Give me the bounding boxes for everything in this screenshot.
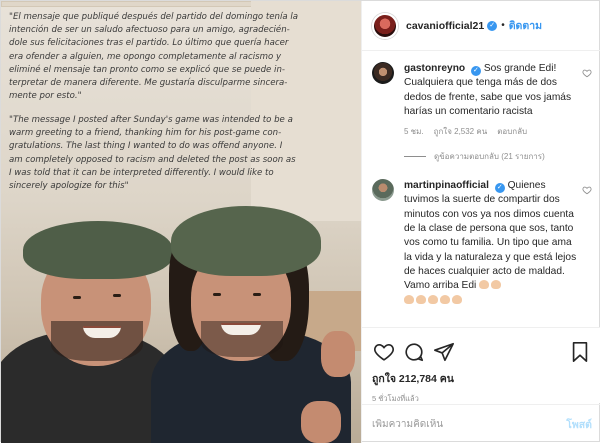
- comment-item: gastonreyno ✓ Sos grande Edi! Cualquiera…: [372, 62, 592, 138]
- comments-list[interactable]: gastonreyno ✓ Sos grande Edi! Cualquiera…: [362, 52, 600, 327]
- comment-icon[interactable]: [402, 340, 426, 364]
- add-comment-bar: โพสต์: [362, 404, 600, 443]
- caption-english: "The message I posted after Sunday's gam…: [9, 115, 296, 192]
- header-separator: •: [501, 20, 505, 31]
- clap-emoji-icon: [452, 294, 462, 304]
- clap-emoji-icon: [428, 294, 438, 304]
- post-side-panel: cavaniofficial21 ✓ • ติดตาม gastonreyno …: [361, 1, 600, 443]
- comment-text: Quienes tuvimos la suerte de compartir d…: [404, 180, 577, 292]
- comment-heart-icon[interactable]: [582, 185, 592, 197]
- comment-likes[interactable]: ถูกใจ 2,532 คน: [434, 125, 488, 138]
- view-replies-link[interactable]: ดูข้อความตอบกลับ (21 รายการ): [404, 150, 592, 163]
- verified-icon: ✓: [494, 183, 505, 194]
- post-comment-button[interactable]: โพสต์: [566, 416, 592, 433]
- caption-spanish: "El mensaje que publiqué después del par…: [9, 12, 299, 102]
- clap-emoji-icon: [416, 294, 426, 304]
- bookmark-icon[interactable]: [568, 340, 592, 364]
- clap-emoji-icon: [440, 294, 450, 304]
- post-header: cavaniofficial21 ✓ • ติดตาม: [362, 1, 600, 51]
- comment-username[interactable]: martinpinaofficial: [404, 180, 489, 191]
- clap-emoji-icon: [404, 294, 414, 304]
- replies-divider: [404, 156, 426, 158]
- clap-emoji-icon: [479, 280, 490, 290]
- heart-icon[interactable]: [372, 340, 396, 364]
- comment-input[interactable]: [372, 418, 567, 430]
- instagram-post-window: "El mensaje que publiqué después del par…: [0, 0, 600, 443]
- comment-avatar[interactable]: [372, 62, 394, 84]
- verified-icon: ✓: [487, 20, 498, 31]
- header-username[interactable]: cavaniofficial21: [406, 20, 484, 32]
- clap-emoji-icon: [491, 280, 502, 290]
- view-replies-label: ดูข้อความตอบกลับ (21 รายการ): [434, 152, 545, 162]
- comment-time[interactable]: 5 ชม.: [404, 125, 424, 138]
- avatar[interactable]: [372, 12, 398, 39]
- verified-icon: ✓: [470, 66, 481, 76]
- comment-item: martinpinaofficial ✓ Quienes tuvimos la …: [372, 179, 592, 308]
- comment-username[interactable]: gastonreyno: [404, 63, 465, 74]
- reply-button[interactable]: ตอบกลับ: [497, 125, 527, 138]
- comment-heart-icon[interactable]: [582, 68, 592, 80]
- share-icon[interactable]: [432, 340, 456, 364]
- comment-avatar[interactable]: [372, 179, 394, 202]
- follow-button[interactable]: ติดตาม: [509, 17, 542, 34]
- likes-count[interactable]: ถูกใจ 212,784 คน: [372, 370, 592, 387]
- post-photo[interactable]: "El mensaje que publiqué después del par…: [1, 1, 361, 443]
- post-actions: ถูกใจ 212,784 คน 5 ชั่วโมงที่แล้ว: [362, 327, 600, 403]
